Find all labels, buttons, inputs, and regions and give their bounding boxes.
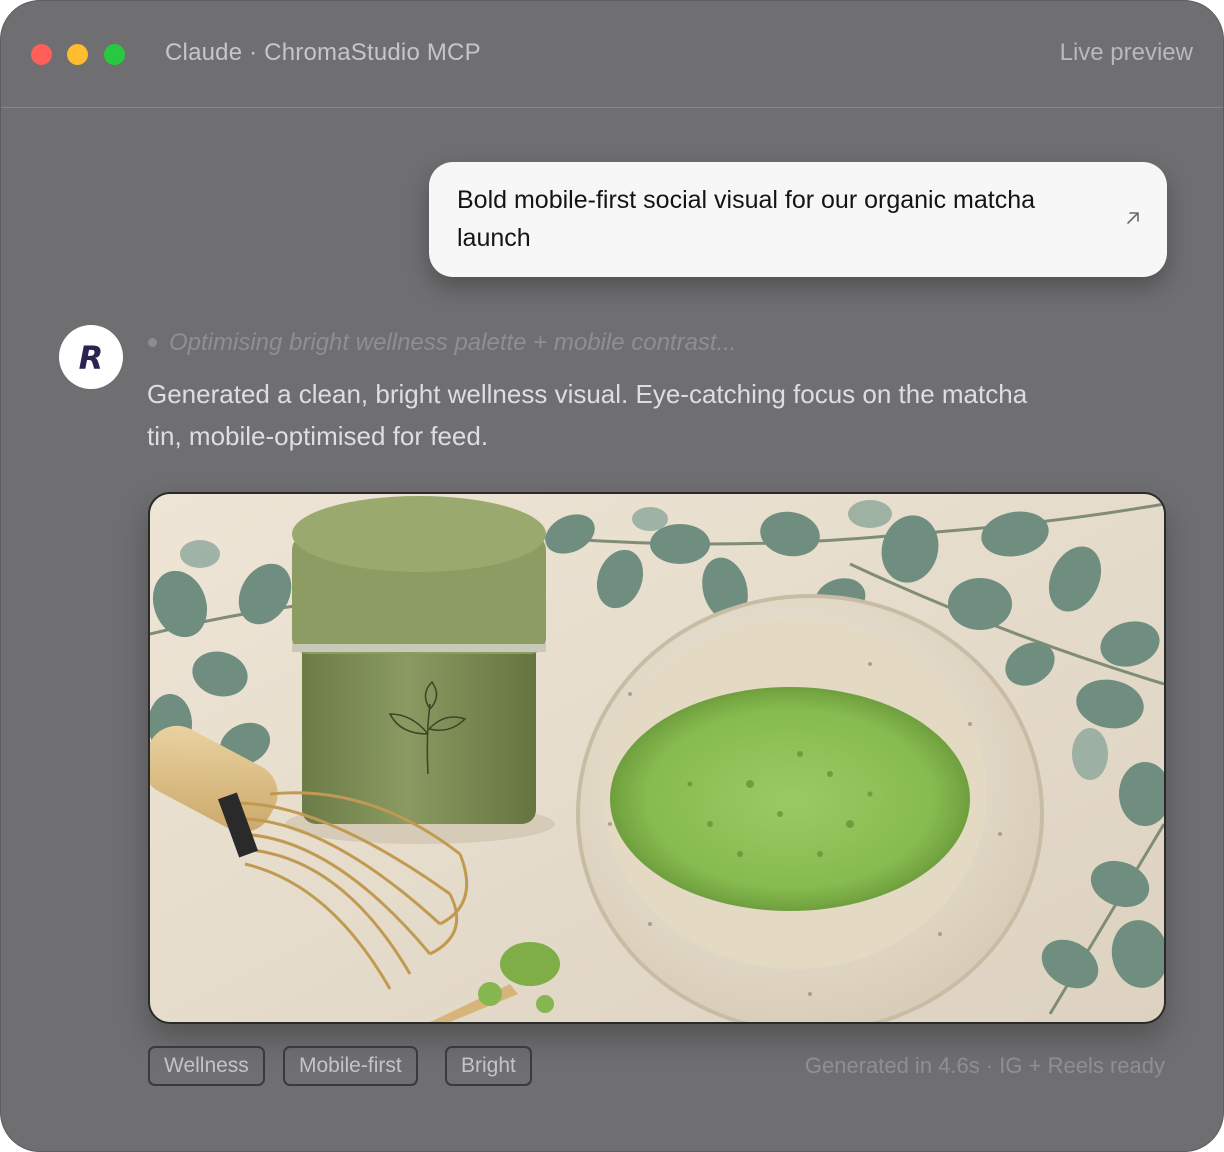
arrow-up-right-icon[interactable] [1125,210,1141,226]
user-prompt-text: Bold mobile-first social visual for our … [457,186,1036,252]
assistant-message: Generated a clean, bright wellness visua… [147,379,1028,451]
close-window-button[interactable] [31,44,52,65]
maximize-window-button[interactable] [104,44,125,65]
status-indicator-dot [148,338,157,347]
matcha-tin [285,496,555,844]
tag-bright[interactable]: Bright [445,1046,532,1086]
minimize-window-button[interactable] [67,44,88,65]
assistant-avatar: R [59,325,123,389]
tag-wellness[interactable]: Wellness [148,1046,265,1086]
user-prompt-bubble: Bold mobile-first social visual for our … [429,162,1167,277]
window-title: Claude · ChromaStudio MCP [165,39,481,66]
assistant-status-text: Optimising bright wellness palette + mob… [169,329,737,356]
app-window: Claude · ChromaStudio MCP Live preview B… [0,0,1224,1152]
matcha-product-photo [150,494,1164,1022]
live-preview-label[interactable]: Live preview [1060,39,1193,67]
r-logo-icon: R [79,339,104,377]
generated-image[interactable] [148,492,1166,1024]
generation-info: Generated in 4.6s · IG + Reels ready [804,1053,1165,1078]
svg-text:R: R [79,339,104,377]
matcha-bowl [576,594,1044,1022]
title-bar: Claude · ChromaStudio MCP Live preview [1,1,1223,108]
tag-mobile-first[interactable]: Mobile-first [283,1046,418,1086]
